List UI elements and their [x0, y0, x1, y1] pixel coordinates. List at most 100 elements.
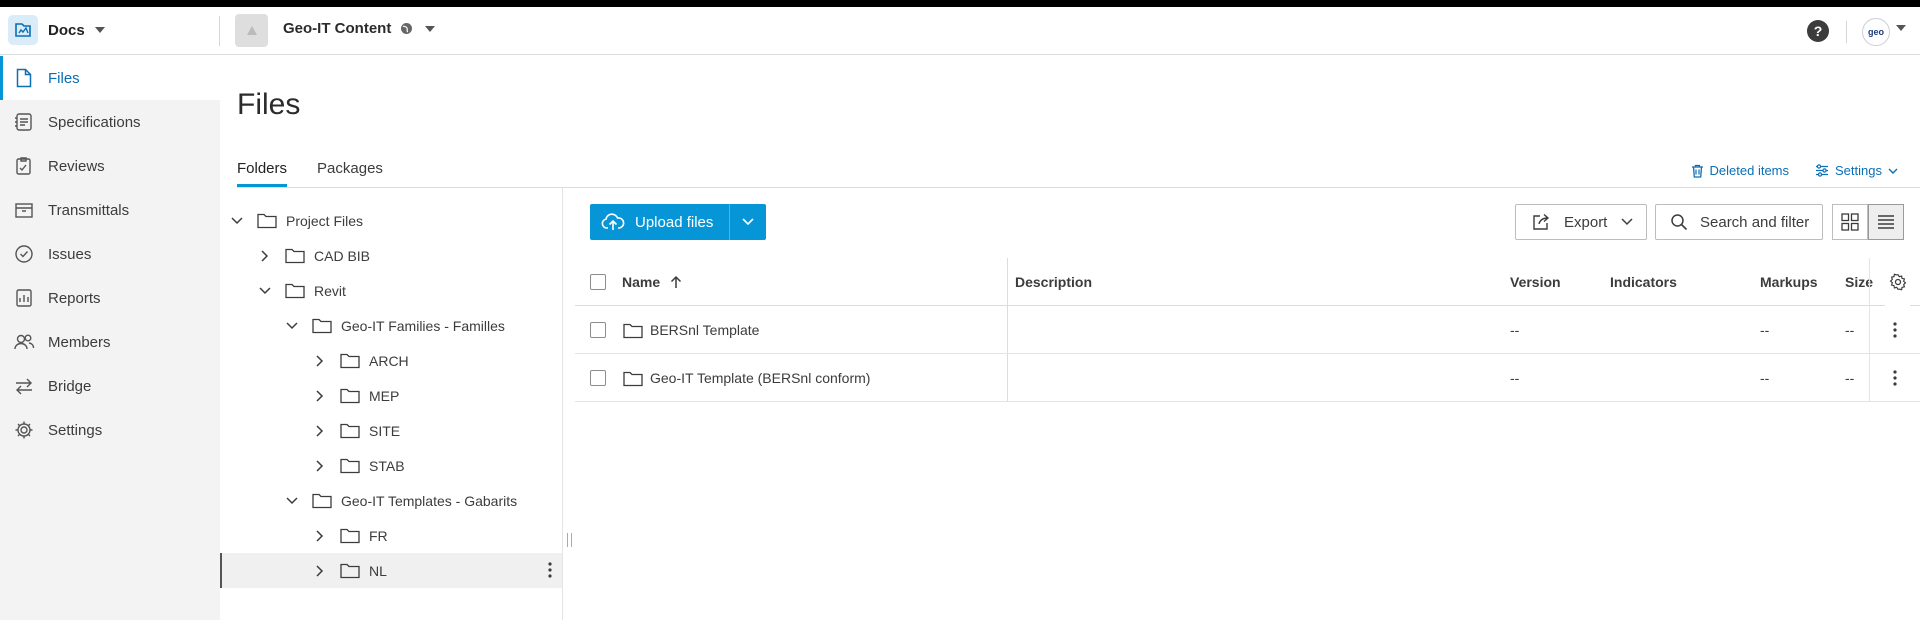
- app-header: Docs Geo-IT Content ? geo: [0, 7, 1920, 55]
- export-button[interactable]: Export: [1515, 204, 1647, 240]
- column-version[interactable]: Version: [1510, 258, 1561, 306]
- settings-icon: [13, 419, 35, 441]
- row-checkbox[interactable]: [590, 354, 606, 402]
- list-view-icon: [1878, 215, 1894, 229]
- upload-options-dropdown[interactable]: [729, 204, 766, 240]
- upload-files-label: Upload files: [635, 213, 714, 231]
- folder-icon: [340, 387, 360, 404]
- tree-node-revit[interactable]: Revit: [220, 273, 562, 308]
- tab-packages[interactable]: Packages: [317, 160, 383, 187]
- tree-node-label: STAB: [369, 457, 405, 474]
- sidebar-item-reports[interactable]: Reports: [0, 276, 220, 320]
- sidebar-item-transmittals[interactable]: Transmittals: [0, 188, 220, 232]
- row-name-label: BERSnl Template: [650, 322, 760, 338]
- sidebar-item-files[interactable]: Files: [0, 56, 220, 100]
- row-size: --: [1845, 322, 1855, 338]
- row-checkbox[interactable]: [590, 306, 606, 354]
- export-icon: [1533, 213, 1550, 230]
- app-switcher[interactable]: Docs: [8, 15, 105, 45]
- folder-icon: [257, 212, 277, 229]
- issues-icon: [13, 243, 35, 265]
- sidebar-item-issues[interactable]: Issues: [0, 232, 220, 276]
- select-all-checkbox[interactable]: [590, 258, 606, 306]
- folder-icon: [340, 562, 360, 579]
- tree-node-stab[interactable]: STAB: [220, 448, 562, 483]
- table-row[interactable]: BERSnl Template -- -- --: [575, 306, 1920, 354]
- search-and-filter-label: Search and filter: [1700, 213, 1810, 231]
- sidebar-item-label: Bridge: [48, 377, 92, 395]
- project-thumbnail[interactable]: [235, 14, 268, 47]
- page-actions: Deleted items Settings: [1665, 163, 1898, 178]
- chevron-right-icon[interactable]: [312, 528, 328, 544]
- tree-node-arch[interactable]: ARCH: [220, 343, 562, 378]
- folder-tree: Project Files CAD BIB Revit Geo-IT Famil…: [220, 188, 563, 620]
- chevron-right-icon[interactable]: [312, 353, 328, 369]
- column-markups[interactable]: Markups: [1760, 258, 1818, 306]
- project-selector[interactable]: Geo-IT Content: [283, 20, 436, 37]
- tree-node-cad-bib[interactable]: CAD BIB: [220, 238, 562, 273]
- sidebar-item-label: Members: [48, 333, 111, 351]
- view-toggle: [1832, 204, 1904, 240]
- tree-node-nl[interactable]: NL: [220, 553, 562, 588]
- folder-icon: [285, 247, 305, 264]
- row-more-options-icon[interactable]: [1893, 306, 1897, 354]
- list-view-button[interactable]: [1868, 204, 1904, 240]
- column-description[interactable]: Description: [1015, 258, 1092, 306]
- deleted-items-link[interactable]: Deleted items: [1691, 163, 1789, 178]
- column-settings-button[interactable]: [1885, 258, 1910, 306]
- folder-icon: [312, 317, 332, 334]
- tab-folders[interactable]: Folders: [237, 160, 288, 187]
- row-name[interactable]: Geo-IT Template (BERSnl conform): [623, 354, 870, 402]
- more-options-icon[interactable]: [548, 562, 552, 578]
- sidebar-item-settings[interactable]: Settings: [0, 408, 220, 452]
- table-row[interactable]: Geo-IT Template (BERSnl conform) -- -- -…: [575, 354, 1920, 402]
- sliders-icon: [1816, 164, 1829, 177]
- upload-files-button[interactable]: Upload files: [590, 204, 729, 240]
- row-markups: --: [1760, 370, 1770, 386]
- chevron-down-icon[interactable]: [257, 283, 273, 299]
- row-more-options-icon[interactable]: [1893, 354, 1897, 402]
- chevron-right-icon[interactable]: [312, 563, 328, 579]
- tree-node-mep[interactable]: MEP: [220, 378, 562, 413]
- row-name[interactable]: BERSnl Template: [623, 306, 759, 354]
- panel-resize-handle[interactable]: [567, 533, 572, 547]
- sidebar-item-members[interactable]: Members: [0, 320, 220, 364]
- avatar[interactable]: geo: [1862, 18, 1890, 46]
- folder-icon: [340, 352, 360, 369]
- row-version: --: [1510, 322, 1520, 338]
- header-divider: [1846, 21, 1847, 43]
- tree-node-geo-it-templates[interactable]: Geo-IT Templates - Gabarits: [220, 483, 562, 518]
- tree-node-site[interactable]: SITE: [220, 413, 562, 448]
- folder-icon: [340, 527, 360, 544]
- reports-icon: [13, 287, 35, 309]
- tree-node-geo-it-families[interactable]: Geo-IT Families - Familles: [220, 308, 562, 343]
- file-icon: [13, 67, 35, 89]
- chevron-right-icon[interactable]: [312, 458, 328, 474]
- tree-node-project-files[interactable]: Project Files: [220, 203, 562, 238]
- sidebar-item-bridge[interactable]: Bridge: [0, 364, 220, 408]
- settings-menu-button[interactable]: Settings: [1815, 163, 1898, 178]
- sidebar-item-specifications[interactable]: Specifications: [0, 100, 220, 144]
- page-title: Files: [237, 88, 301, 121]
- chevron-down-icon[interactable]: [284, 493, 300, 509]
- sort-ascending-icon[interactable]: [670, 275, 682, 289]
- chevron-down-icon[interactable]: [284, 318, 300, 334]
- sidebar-item-label: Reports: [48, 289, 101, 307]
- column-indicators[interactable]: Indicators: [1610, 258, 1677, 306]
- caret-down-icon[interactable]: [1896, 25, 1906, 31]
- tab-bar: Folders Packages: [237, 160, 413, 187]
- chevron-right-icon[interactable]: [312, 423, 328, 439]
- grid-view-button[interactable]: [1832, 204, 1868, 240]
- sidebar-item-reviews[interactable]: Reviews: [0, 144, 220, 188]
- column-name[interactable]: Name: [622, 258, 682, 306]
- chevron-right-icon[interactable]: [312, 388, 328, 404]
- tree-node-fr[interactable]: FR: [220, 518, 562, 553]
- sidebar-item-label: Files: [48, 69, 80, 87]
- chevron-down-icon[interactable]: [229, 213, 245, 229]
- row-name-label: Geo-IT Template (BERSnl conform): [650, 370, 871, 386]
- help-button[interactable]: ?: [1807, 20, 1829, 42]
- search-and-filter-button[interactable]: Search and filter: [1655, 204, 1823, 240]
- members-icon: [13, 331, 35, 353]
- project-name: Geo-IT Content: [283, 20, 392, 37]
- chevron-right-icon[interactable]: [257, 248, 273, 264]
